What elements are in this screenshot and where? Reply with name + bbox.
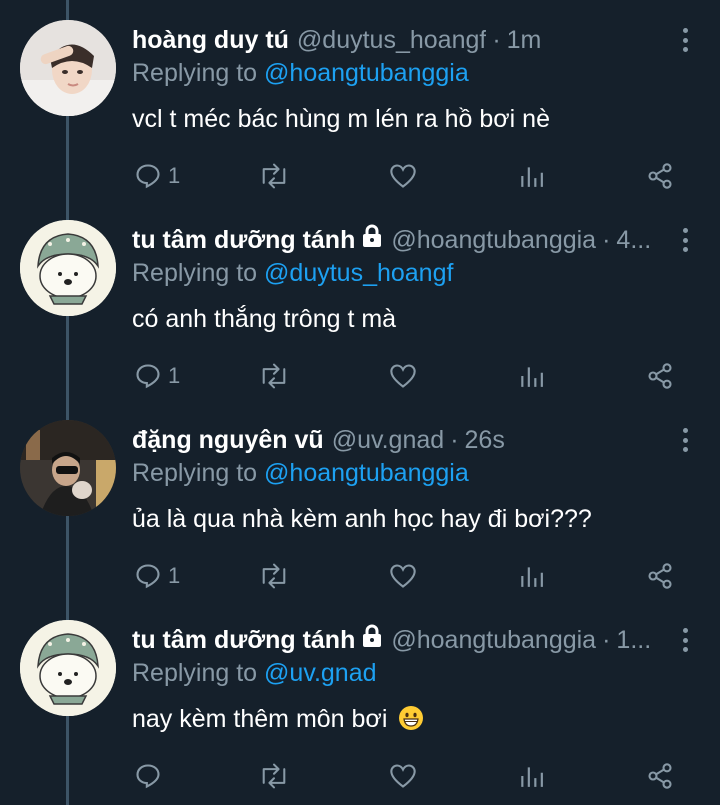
tweet-reply[interactable]: tu tâm dưỡng tánh @hoangtubanggia · 4...…	[0, 200, 720, 400]
share-button[interactable]	[646, 156, 674, 196]
reply-icon	[136, 364, 160, 389]
retweet-icon	[262, 163, 286, 189]
tweet-text: vcl t méc bác hùng m lén ra hồ bơi nè	[132, 105, 550, 133]
reply-count: 1	[168, 363, 181, 388]
tweet-reply[interactable]: đặng nguyên vũ @uv.gnad · 26s Replying t…	[0, 400, 720, 600]
analytics-icon	[521, 567, 543, 587]
analytics-button[interactable]	[518, 756, 544, 796]
reply-count: 1	[168, 163, 181, 188]
analytics-icon	[521, 167, 543, 187]
share-icon	[648, 763, 672, 789]
more-options-icon[interactable]	[680, 28, 690, 52]
analytics-button[interactable]	[518, 156, 544, 196]
replying-to: Replying to @hoangtubanggia	[132, 59, 469, 87]
retweet-icon	[262, 763, 286, 789]
reply-icon	[136, 564, 160, 589]
share-button[interactable]	[646, 356, 674, 396]
grinning-face-emoji-icon	[398, 705, 424, 740]
like-button[interactable]	[389, 356, 417, 396]
more-options-icon[interactable]	[680, 428, 690, 452]
tweet-reply[interactable]: tu tâm dưỡng tánh @hoangtubanggia · 1...…	[0, 600, 720, 800]
share-button[interactable]	[646, 756, 674, 796]
heart-icon	[390, 764, 416, 788]
heart-icon	[390, 564, 416, 588]
retweet-button[interactable]	[258, 756, 290, 796]
analytics-button[interactable]	[518, 356, 544, 396]
retweet-icon	[262, 363, 286, 389]
timestamp[interactable]: 1...	[616, 622, 651, 658]
retweet-icon	[262, 563, 286, 589]
separator-dot: ·	[450, 426, 459, 454]
share-icon	[648, 563, 672, 589]
analytics-icon	[521, 367, 543, 387]
retweet-button[interactable]	[258, 356, 290, 396]
user-handle[interactable]: @duytus_hoangf	[297, 22, 486, 58]
lock-icon	[361, 622, 383, 658]
heart-icon	[390, 164, 416, 188]
display-name[interactable]: tu tâm dưỡng tánh	[132, 622, 355, 658]
like-button[interactable]	[389, 556, 417, 596]
retweet-button[interactable]	[258, 556, 290, 596]
reply-button[interactable]: 1	[134, 156, 180, 196]
reply-button[interactable]: 1	[134, 556, 180, 596]
like-button[interactable]	[389, 156, 417, 196]
reply-count: 1	[168, 563, 181, 588]
avatar[interactable]	[20, 420, 116, 516]
avatar[interactable]	[20, 220, 116, 316]
share-icon	[648, 163, 672, 189]
display-name[interactable]: hoàng duy tú	[132, 22, 289, 58]
display-name[interactable]: đặng nguyên vũ	[132, 422, 324, 458]
tweet-text: nay kèm thêm môn bơi	[132, 702, 424, 740]
avatar[interactable]	[20, 620, 116, 716]
avatar[interactable]	[20, 20, 116, 116]
tweet-actions: 1	[0, 156, 720, 196]
timestamp[interactable]: 1m	[507, 22, 542, 58]
user-handle[interactable]: @uv.gnad	[332, 422, 445, 458]
reply-icon	[136, 764, 160, 789]
lock-icon	[361, 222, 383, 258]
user-handle[interactable]: @hoangtubanggia	[391, 622, 596, 658]
separator-dot: ·	[602, 626, 611, 654]
tweet-actions: 1	[0, 356, 720, 396]
like-button[interactable]	[389, 756, 417, 796]
separator-dot: ·	[602, 226, 611, 254]
more-options-icon[interactable]	[680, 628, 690, 652]
display-name[interactable]: tu tâm dưỡng tánh	[132, 222, 355, 258]
heart-icon	[390, 364, 416, 388]
tweet-text: ủa là qua nhà kèm anh học hay đi bơi???	[132, 505, 592, 533]
tweet-text: có anh thắng trông t mà	[132, 305, 397, 333]
mention-link[interactable]: @uv.gnad	[264, 659, 377, 687]
reply-button[interactable]	[134, 756, 168, 796]
replying-to: Replying to @hoangtubanggia	[132, 459, 469, 487]
tweet-actions	[0, 756, 720, 796]
analytics-icon	[521, 767, 543, 787]
share-icon	[648, 363, 672, 389]
reply-icon	[136, 164, 160, 189]
tweet-reply[interactable]: hoàng duy tú @duytus_hoangf · 1m Replyin…	[0, 0, 720, 200]
retweet-button[interactable]	[258, 156, 290, 196]
timestamp[interactable]: 26s	[465, 422, 505, 458]
timestamp[interactable]: 4...	[616, 222, 651, 258]
separator-dot: ·	[492, 26, 501, 54]
share-button[interactable]	[646, 556, 674, 596]
reply-button[interactable]: 1	[134, 356, 180, 396]
more-options-icon[interactable]	[680, 228, 690, 252]
analytics-button[interactable]	[518, 556, 544, 596]
mention-link[interactable]: @hoangtubanggia	[264, 459, 469, 487]
replying-to: Replying to @uv.gnad	[132, 659, 377, 687]
mention-link[interactable]: @duytus_hoangf	[264, 259, 453, 287]
mention-link[interactable]: @hoangtubanggia	[264, 59, 469, 87]
tweet-actions: 1	[0, 556, 720, 596]
replying-to: Replying to @duytus_hoangf	[132, 259, 454, 287]
user-handle[interactable]: @hoangtubanggia	[391, 222, 596, 258]
